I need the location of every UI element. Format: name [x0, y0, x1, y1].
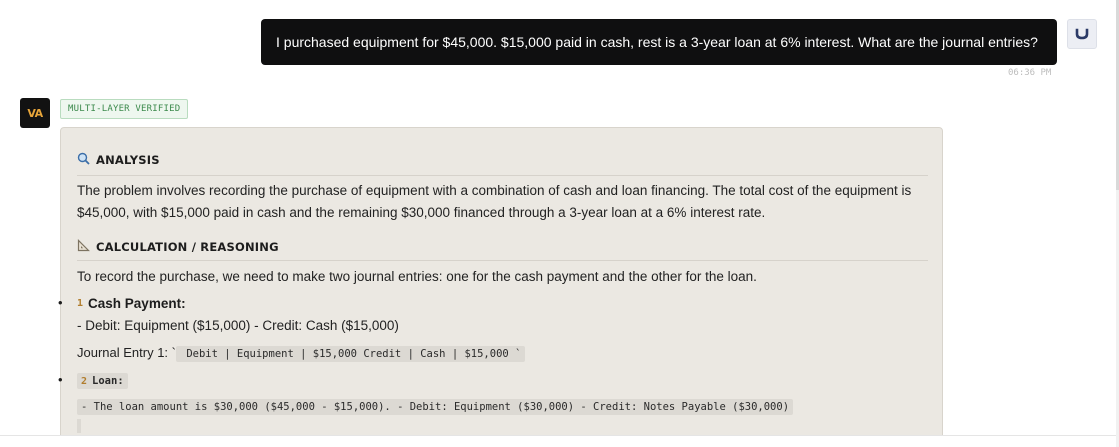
loan-detail-code: - The loan amount is $30,000 ($45,000 - …	[77, 399, 794, 415]
list-item-number: 1	[77, 298, 84, 309]
list-item-detail: - The loan amount is $30,000 ($45,000 - …	[77, 398, 794, 415]
list-bullet: •	[58, 372, 63, 387]
list-item-title-text: Cash Payment:	[88, 296, 186, 311]
assistant-avatar: VA	[20, 98, 50, 128]
user-avatar[interactable]	[1067, 19, 1097, 49]
list-bullet: •	[58, 295, 63, 310]
list-item-title: 2 Loan:	[77, 373, 128, 389]
analysis-heading-text: ANALYSIS	[96, 153, 160, 167]
list-item-number: 2	[81, 375, 88, 387]
journal-entry-label: Journal Entry 1: `	[77, 345, 176, 360]
user-message-text: I purchased equipment for $45,000. $15,0…	[276, 34, 1038, 50]
message-timestamp: 06:36 PM	[1008, 68, 1052, 78]
analysis-text: The problem involves recording the purch…	[77, 183, 912, 220]
calculation-intro: To record the purchase, we need to make …	[77, 269, 757, 284]
divider	[77, 175, 928, 176]
divider	[77, 260, 928, 261]
triangle-ruler-icon	[77, 239, 92, 255]
list-item-detail: - Debit: Equipment ($15,000) - Credit: C…	[77, 318, 399, 333]
bottom-edge	[0, 435, 1119, 447]
user-icon	[1075, 28, 1089, 40]
verified-badge: MULTI-LAYER VERIFIED	[60, 99, 189, 119]
journal-entry-line: Journal Entry 1: ` Debit | Equipment | $…	[77, 345, 526, 362]
journal-entry-code: Debit | Equipment | $15,000 Credit | Cas…	[176, 346, 526, 362]
list-item-title: 1 Cash Payment:	[77, 296, 186, 311]
chat-scroll-area[interactable]: I purchased equipment for $45,000. $15,0…	[0, 0, 1116, 435]
calculation-heading-text: CALCULATION / REASONING	[96, 240, 279, 254]
answer-card: ANALYSIS The problem involves recording …	[58, 127, 943, 435]
analysis-heading: ANALYSIS	[77, 152, 160, 168]
user-message-bubble: I purchased equipment for $45,000. $15,0…	[261, 19, 1057, 65]
magnifier-icon	[77, 152, 92, 168]
assistant-avatar-label: VA	[27, 106, 43, 120]
code-block-fragment	[77, 419, 81, 433]
calculation-heading: CALCULATION / REASONING	[77, 239, 279, 255]
list-item-title-text: Loan:	[92, 375, 124, 387]
